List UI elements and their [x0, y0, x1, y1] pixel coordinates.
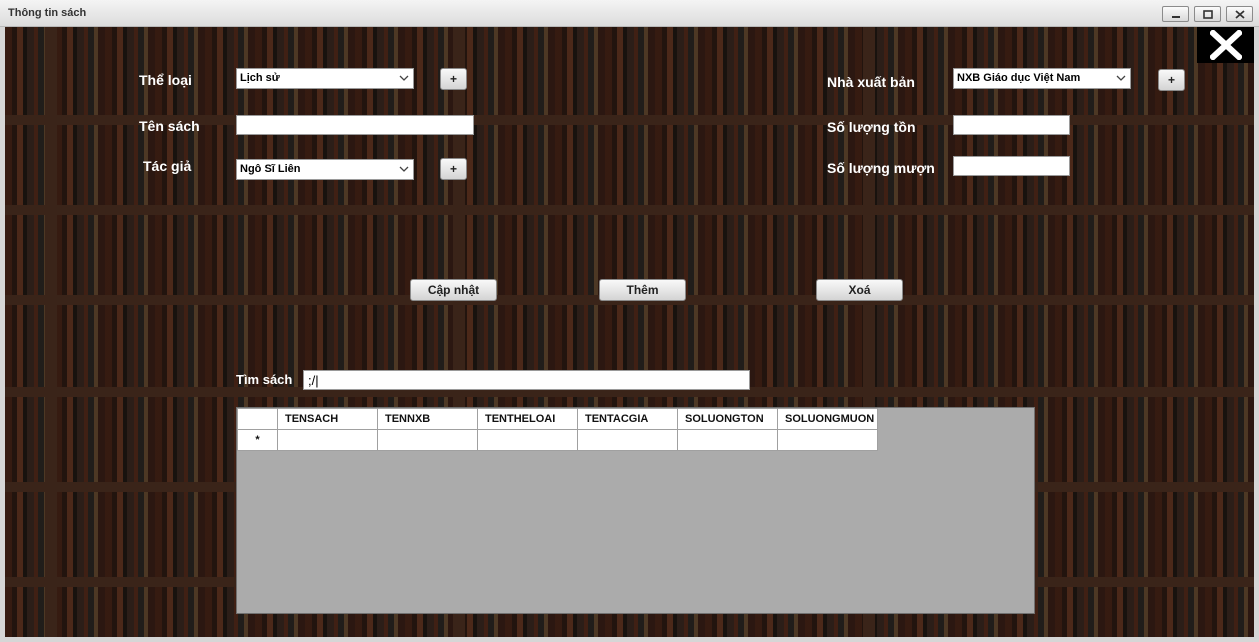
close-window-button[interactable] — [1226, 6, 1253, 22]
add-publisher-button[interactable]: + — [1158, 69, 1185, 91]
borrowed-input[interactable] — [953, 156, 1070, 176]
category-value: Lịch sử — [240, 72, 280, 84]
table-cell[interactable] — [677, 429, 778, 451]
column-header[interactable]: TENTHELOAI — [477, 408, 578, 430]
stock-label: Số lượng tồn — [827, 119, 916, 135]
window-titlebar[interactable]: Thông tin sách — [0, 0, 1259, 27]
header-row: TENSACH TENNXB TENTHELOAI TENTACGIA SOLU… — [237, 408, 878, 430]
new-row-marker: * — [237, 429, 278, 451]
author-value: Ngô Sĩ Liên — [240, 163, 301, 175]
category-label: Thể loại — [139, 72, 192, 88]
close-x-icon — [1210, 30, 1242, 60]
row-header-corner — [237, 408, 278, 430]
author-label: Tác giả — [143, 158, 192, 174]
column-header[interactable]: TENSACH — [277, 408, 378, 430]
books-datagrid[interactable]: TENSACH TENNXB TENTHELOAI TENTACGIA SOLU… — [236, 407, 1035, 614]
column-header[interactable]: SOLUONGTON — [677, 408, 778, 430]
chevron-down-icon — [399, 75, 409, 81]
search-label: Tìm sách — [236, 372, 293, 387]
title-label: Tên sách — [139, 118, 200, 134]
column-header[interactable]: TENNXB — [377, 408, 478, 430]
shelf-post — [45, 27, 57, 637]
close-app-button[interactable] — [1197, 27, 1254, 63]
publisher-select[interactable]: NXB Giáo dục Việt Nam — [953, 68, 1131, 89]
close-icon — [1235, 10, 1245, 19]
window-title: Thông tin sách — [8, 7, 87, 19]
maximize-button[interactable] — [1194, 6, 1221, 22]
search-input[interactable]: ;/| — [303, 370, 750, 390]
add-category-button[interactable]: + — [440, 68, 467, 90]
publisher-label: Nhà xuất bản — [827, 74, 915, 90]
column-header[interactable]: SOLUONGMUON — [777, 408, 878, 430]
form-background: Thể loại Lịch sử + Tên sách Tác giả Ngô … — [5, 27, 1254, 637]
minimize-button[interactable] — [1162, 6, 1189, 22]
update-button[interactable]: Cập nhật — [410, 279, 497, 301]
add-book-button[interactable]: Thêm — [599, 279, 686, 301]
borrowed-label: Số lượng mượn — [827, 160, 935, 176]
column-header[interactable]: TENTACGIA — [577, 408, 678, 430]
delete-button[interactable]: Xoá — [816, 279, 903, 301]
minimize-icon — [1172, 16, 1180, 18]
table-cell[interactable] — [277, 429, 378, 451]
shelf-board — [5, 205, 1254, 215]
table-cell[interactable] — [577, 429, 678, 451]
publisher-value: NXB Giáo dục Việt Nam — [957, 72, 1081, 84]
category-select[interactable]: Lịch sử — [236, 68, 414, 89]
author-select[interactable]: Ngô Sĩ Liên — [236, 159, 414, 180]
new-row[interactable]: * — [237, 429, 878, 451]
books-table: TENSACH TENNXB TENTHELOAI TENTACGIA SOLU… — [237, 408, 878, 451]
stock-input[interactable] — [953, 115, 1070, 135]
chevron-down-icon — [399, 166, 409, 172]
table-cell[interactable] — [777, 429, 878, 451]
table-cell[interactable] — [477, 429, 578, 451]
table-cell[interactable] — [377, 429, 478, 451]
add-author-button[interactable]: + — [440, 158, 467, 180]
title-input[interactable] — [236, 115, 474, 135]
maximize-icon — [1203, 10, 1213, 19]
chevron-down-icon — [1116, 75, 1126, 81]
